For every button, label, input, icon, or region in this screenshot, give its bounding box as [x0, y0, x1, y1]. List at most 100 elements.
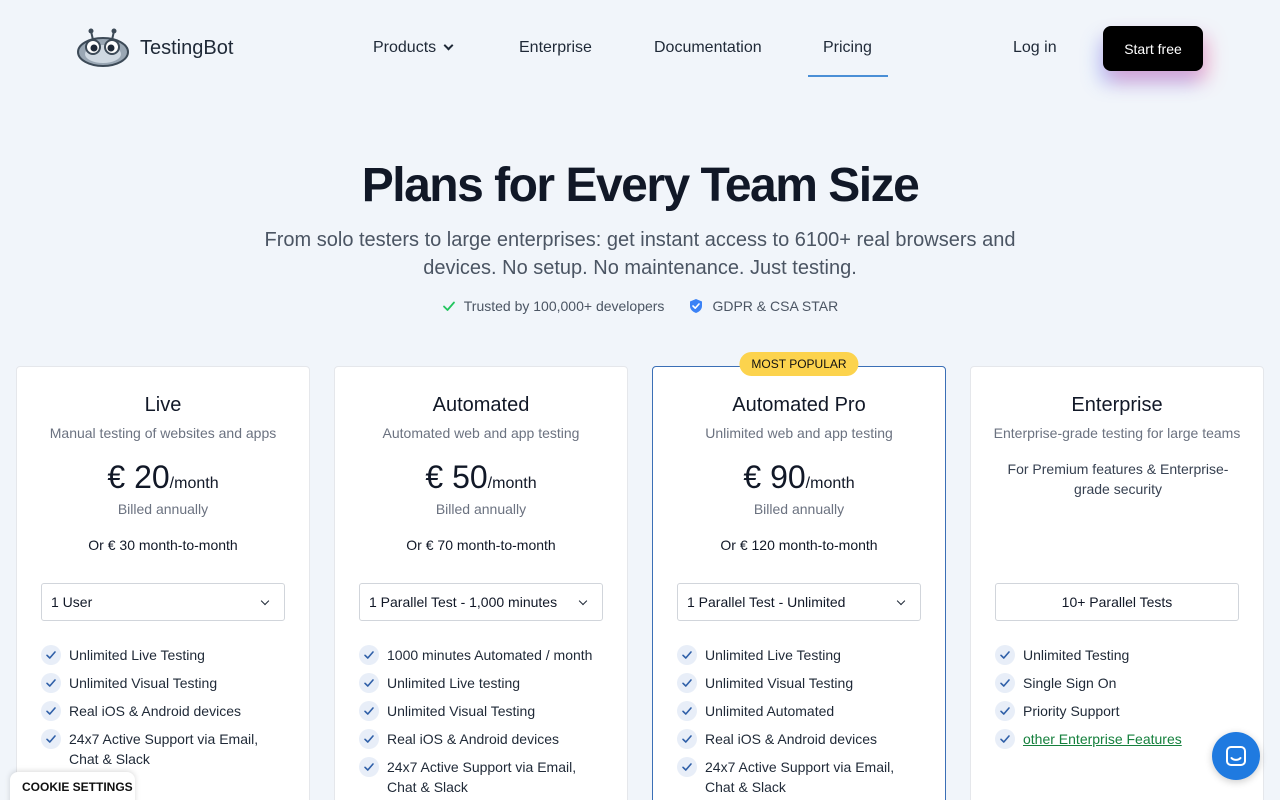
check-icon [359, 673, 379, 693]
check-icon [41, 729, 61, 749]
trust-developers: Trusted by 100,000+ developers [442, 298, 664, 314]
plan-description: Unlimited web and app testing [705, 425, 893, 441]
nav-products[interactable]: Products [373, 26, 454, 70]
feature-label: Unlimited Visual Testing [387, 703, 536, 719]
brand-logo[interactable]: TestingBot [76, 28, 233, 68]
check-icon [677, 757, 697, 777]
select-value: 1 Parallel Test - Unlimited [687, 594, 846, 610]
plan-card-enterprise: Enterprise Enterprise-grade testing for … [970, 366, 1264, 800]
feature-item: 1000 minutes Automated / month [359, 645, 599, 665]
plan-card-automated-pro: MOST POPULAR Automated Pro Unlimited web… [652, 352, 946, 800]
price-period: /month [805, 475, 855, 492]
feature-item: Unlimited Visual Testing [677, 673, 917, 693]
plan-name: Enterprise [1071, 394, 1163, 416]
billing-note: Billed annually [117, 501, 209, 517]
plan-card-automated: Automated Automated web and app testing … [334, 366, 628, 800]
feature-label: 24x7 Active Support via Email, Chat & Sl… [387, 759, 577, 795]
plan-price: € 20/month [17, 459, 309, 496]
select-value: 1 Parallel Test - 1,000 minutes [369, 594, 558, 610]
monthly-price: Or € 30 month-to-month [88, 537, 238, 553]
feature-label: 24x7 Active Support via Email, Chat & Sl… [705, 759, 895, 795]
feature-label: Unlimited Live Testing [705, 647, 841, 663]
trust-gdpr-label: GDPR & CSA STAR [712, 298, 839, 314]
check-icon [677, 729, 697, 749]
nav-enterprise[interactable]: Enterprise [519, 26, 592, 70]
feature-item: Unlimited Automated [677, 701, 917, 721]
enterprise-parallel-button[interactable]: 10+ Parallel Tests [995, 583, 1239, 621]
page-title: Plans for Every Team Size [361, 159, 920, 212]
price-period: /month [169, 475, 219, 492]
feature-item: other Enterprise Features [995, 729, 1235, 749]
feature-label: Unlimited Visual Testing [705, 675, 854, 691]
check-icon [41, 701, 61, 721]
robot-logo-icon [76, 28, 130, 68]
feature-label: 24x7 Active Support via Email, Chat & Sl… [69, 731, 259, 767]
feature-item: Real iOS & Android devices [677, 729, 917, 749]
check-icon [677, 645, 697, 665]
plan-price: € 90/month [653, 459, 945, 496]
feature-item: Single Sign On [995, 673, 1235, 693]
chevron-down-icon [578, 596, 588, 606]
feature-label: Priority Support [1023, 703, 1120, 719]
check-icon [41, 645, 61, 665]
billing-note: Billed annually [753, 501, 845, 517]
start-free-button[interactable]: Start free [1103, 26, 1203, 71]
feature-label: 1000 minutes Automated / month [387, 647, 593, 663]
trust-gdpr: GDPR & CSA STAR [688, 298, 838, 314]
check-icon [995, 701, 1015, 721]
price-amount: € 50 [425, 459, 488, 495]
feature-item: Unlimited Visual Testing [41, 673, 281, 693]
billing-note: Billed annually [435, 501, 527, 517]
chat-launcher-button[interactable] [1212, 732, 1260, 780]
nav-products-label: Products [373, 39, 437, 56]
cookie-settings-button[interactable]: COOKIE SETTINGS [10, 772, 135, 800]
nav-pricing[interactable]: Pricing [808, 26, 888, 77]
chevron-down-icon [896, 596, 906, 606]
trust-badges: Trusted by 100,000+ developers GDPR & CS… [0, 298, 1280, 314]
feature-item: Priority Support [995, 701, 1235, 721]
check-icon [359, 701, 379, 721]
check-icon [995, 673, 1015, 693]
check-icon [442, 301, 455, 311]
shield-icon [690, 299, 703, 313]
check-icon [359, 757, 379, 777]
check-icon [677, 701, 697, 721]
plan-name: Automated Pro [732, 394, 866, 416]
plan-description: Automated web and app testing [382, 425, 580, 441]
feature-label: Unlimited Testing [1023, 647, 1130, 663]
plan-name: Live [144, 394, 182, 416]
monthly-price: Or € 120 month-to-month [720, 537, 878, 553]
plan-parallel-select[interactable]: 1 Parallel Test - Unlimited [677, 583, 921, 621]
feature-list: 1000 minutes Automated / month Unlimited… [359, 645, 599, 800]
plan-price: € 50/month [335, 459, 627, 496]
feature-item: 24x7 Active Support via Email, Chat & Sl… [677, 757, 917, 797]
page-subtitle: From solo testers to large enterprises: … [264, 229, 1016, 279]
chevron-down-icon [443, 40, 454, 51]
nav-documentation[interactable]: Documentation [654, 26, 762, 70]
feature-label: Real iOS & Android devices [705, 731, 877, 747]
feature-list: Unlimited Testing Single Sign On Priorit… [995, 645, 1235, 757]
feature-item: 24x7 Active Support via Email, Chat & Sl… [359, 757, 599, 797]
feature-label: Real iOS & Android devices [387, 731, 559, 747]
chat-icon [1226, 746, 1246, 766]
feature-item: Unlimited Live Testing [677, 645, 917, 665]
check-icon [995, 729, 1015, 749]
feature-item: Unlimited Live testing [359, 673, 599, 693]
plan-users-select[interactable]: 1 User [41, 583, 285, 621]
plan-parallel-select[interactable]: 1 Parallel Test - 1,000 minutes [359, 583, 603, 621]
feature-label: Unlimited Automated [705, 703, 835, 719]
feature-item: Unlimited Live Testing [41, 645, 281, 665]
enterprise-features-link[interactable]: other Enterprise Features [1023, 729, 1182, 749]
nav-login[interactable]: Log in [1013, 26, 1057, 70]
price-amount: € 20 [107, 459, 170, 495]
feature-label: Unlimited Live Testing [69, 647, 205, 663]
feature-label: Real iOS & Android devices [69, 703, 241, 719]
plan-card-live: Live Manual testing of websites and apps… [16, 366, 310, 800]
feature-item: Real iOS & Android devices [359, 729, 599, 749]
feature-item: 24x7 Active Support via Email, Chat & Sl… [41, 729, 281, 769]
check-icon [677, 673, 697, 693]
chevron-down-icon [260, 596, 270, 606]
check-icon [359, 729, 379, 749]
monthly-price: Or € 70 month-to-month [406, 537, 556, 553]
feature-label: Unlimited Visual Testing [69, 675, 218, 691]
